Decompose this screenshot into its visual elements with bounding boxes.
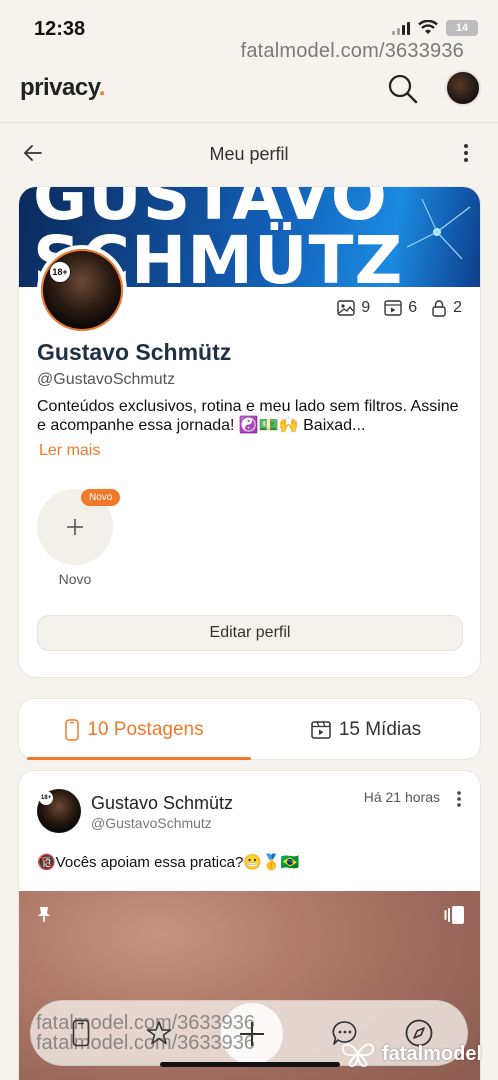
battery-icon: 14 [446,20,478,36]
post-more-icon[interactable] [454,789,464,809]
profile-avatar[interactable] [37,245,127,335]
watermark-bottom-2: fatalmodel.com/3633936 [36,1032,256,1054]
profile-tabs: 10 Postagens 15 Mídias [18,698,481,760]
stat-locked: 2 [431,299,462,317]
phone-icon [65,719,80,741]
home-indicator [160,1062,340,1067]
post-age-badge: 18+ [39,791,53,805]
tab-posts-label: 10 Postagens [87,719,204,740]
post-text: 🔞Vocês apoiam essa pratica?😬🥇🇧🇷 [37,854,300,871]
header-divider [0,122,498,123]
butterfly-icon [342,1043,374,1067]
search-icon[interactable] [386,72,420,106]
tab-posts[interactable]: 10 Postagens [19,699,250,761]
logo-dot: . [98,74,106,101]
signal-icon [392,21,410,35]
stat-videos: 6 [384,299,417,317]
active-tab-indicator [27,757,251,760]
fatalmodel-logo: fatalmodel [340,1040,482,1068]
read-more-link[interactable]: Ler mais [39,442,100,460]
profile-handle: @GustavoSchmutz [37,371,176,388]
profile-card: GUSTAVO SCHMÜTZ 18+ 9 6 2 Gustavo Schmüt… [18,186,481,678]
post-author-handle: @GustavoSchmutz [91,815,212,831]
status-time: 12:38 [34,18,86,40]
new-badge: Novo [81,489,121,506]
stat-images: 9 [337,299,370,317]
back-arrow-icon[interactable] [22,142,44,164]
wifi-icon [418,20,438,34]
watermark-top: fatalmodel.com/3633936 [240,40,464,62]
logo-text: privacy [20,74,99,101]
profile-stats: 9 6 2 [337,299,462,317]
post-author-name[interactable]: Gustavo Schmütz [91,793,233,814]
post-timestamp: Há 21 horas [363,789,440,805]
tab-media-label: 15 Mídias [338,719,422,740]
pin-icon [38,907,50,922]
status-icons: 14 [392,20,478,36]
fatalmodel-logo-text: fatalmodel [382,1042,483,1065]
header-avatar[interactable] [445,70,481,106]
plus-icon [67,519,83,535]
stat-locked-count: 2 [453,299,462,316]
privacy-logo[interactable]: privacy. [20,74,105,102]
gallery-icon [444,906,464,924]
tab-media[interactable]: 15 Mídias [250,699,482,761]
page-title: Meu perfil [209,144,289,164]
new-story-label: Novo [58,571,92,587]
video-icon [384,300,402,316]
image-icon [337,300,355,316]
stat-images-count: 9 [361,299,371,316]
age-badge: 18+ [49,261,71,283]
profile-bio: Conteúdos exclusivos, rotina e meu lado … [37,398,459,434]
subnav: Meu perfil [0,138,498,170]
clapper-icon [311,721,331,739]
spark-decoration [406,198,471,260]
stat-videos-count: 6 [408,299,418,316]
lock-icon [432,300,446,317]
edit-profile-button[interactable]: Editar perfil [37,615,463,651]
more-vertical-icon[interactable] [456,142,476,164]
app-header: privacy. [0,64,498,122]
display-name: Gustavo Schmütz [37,339,232,365]
